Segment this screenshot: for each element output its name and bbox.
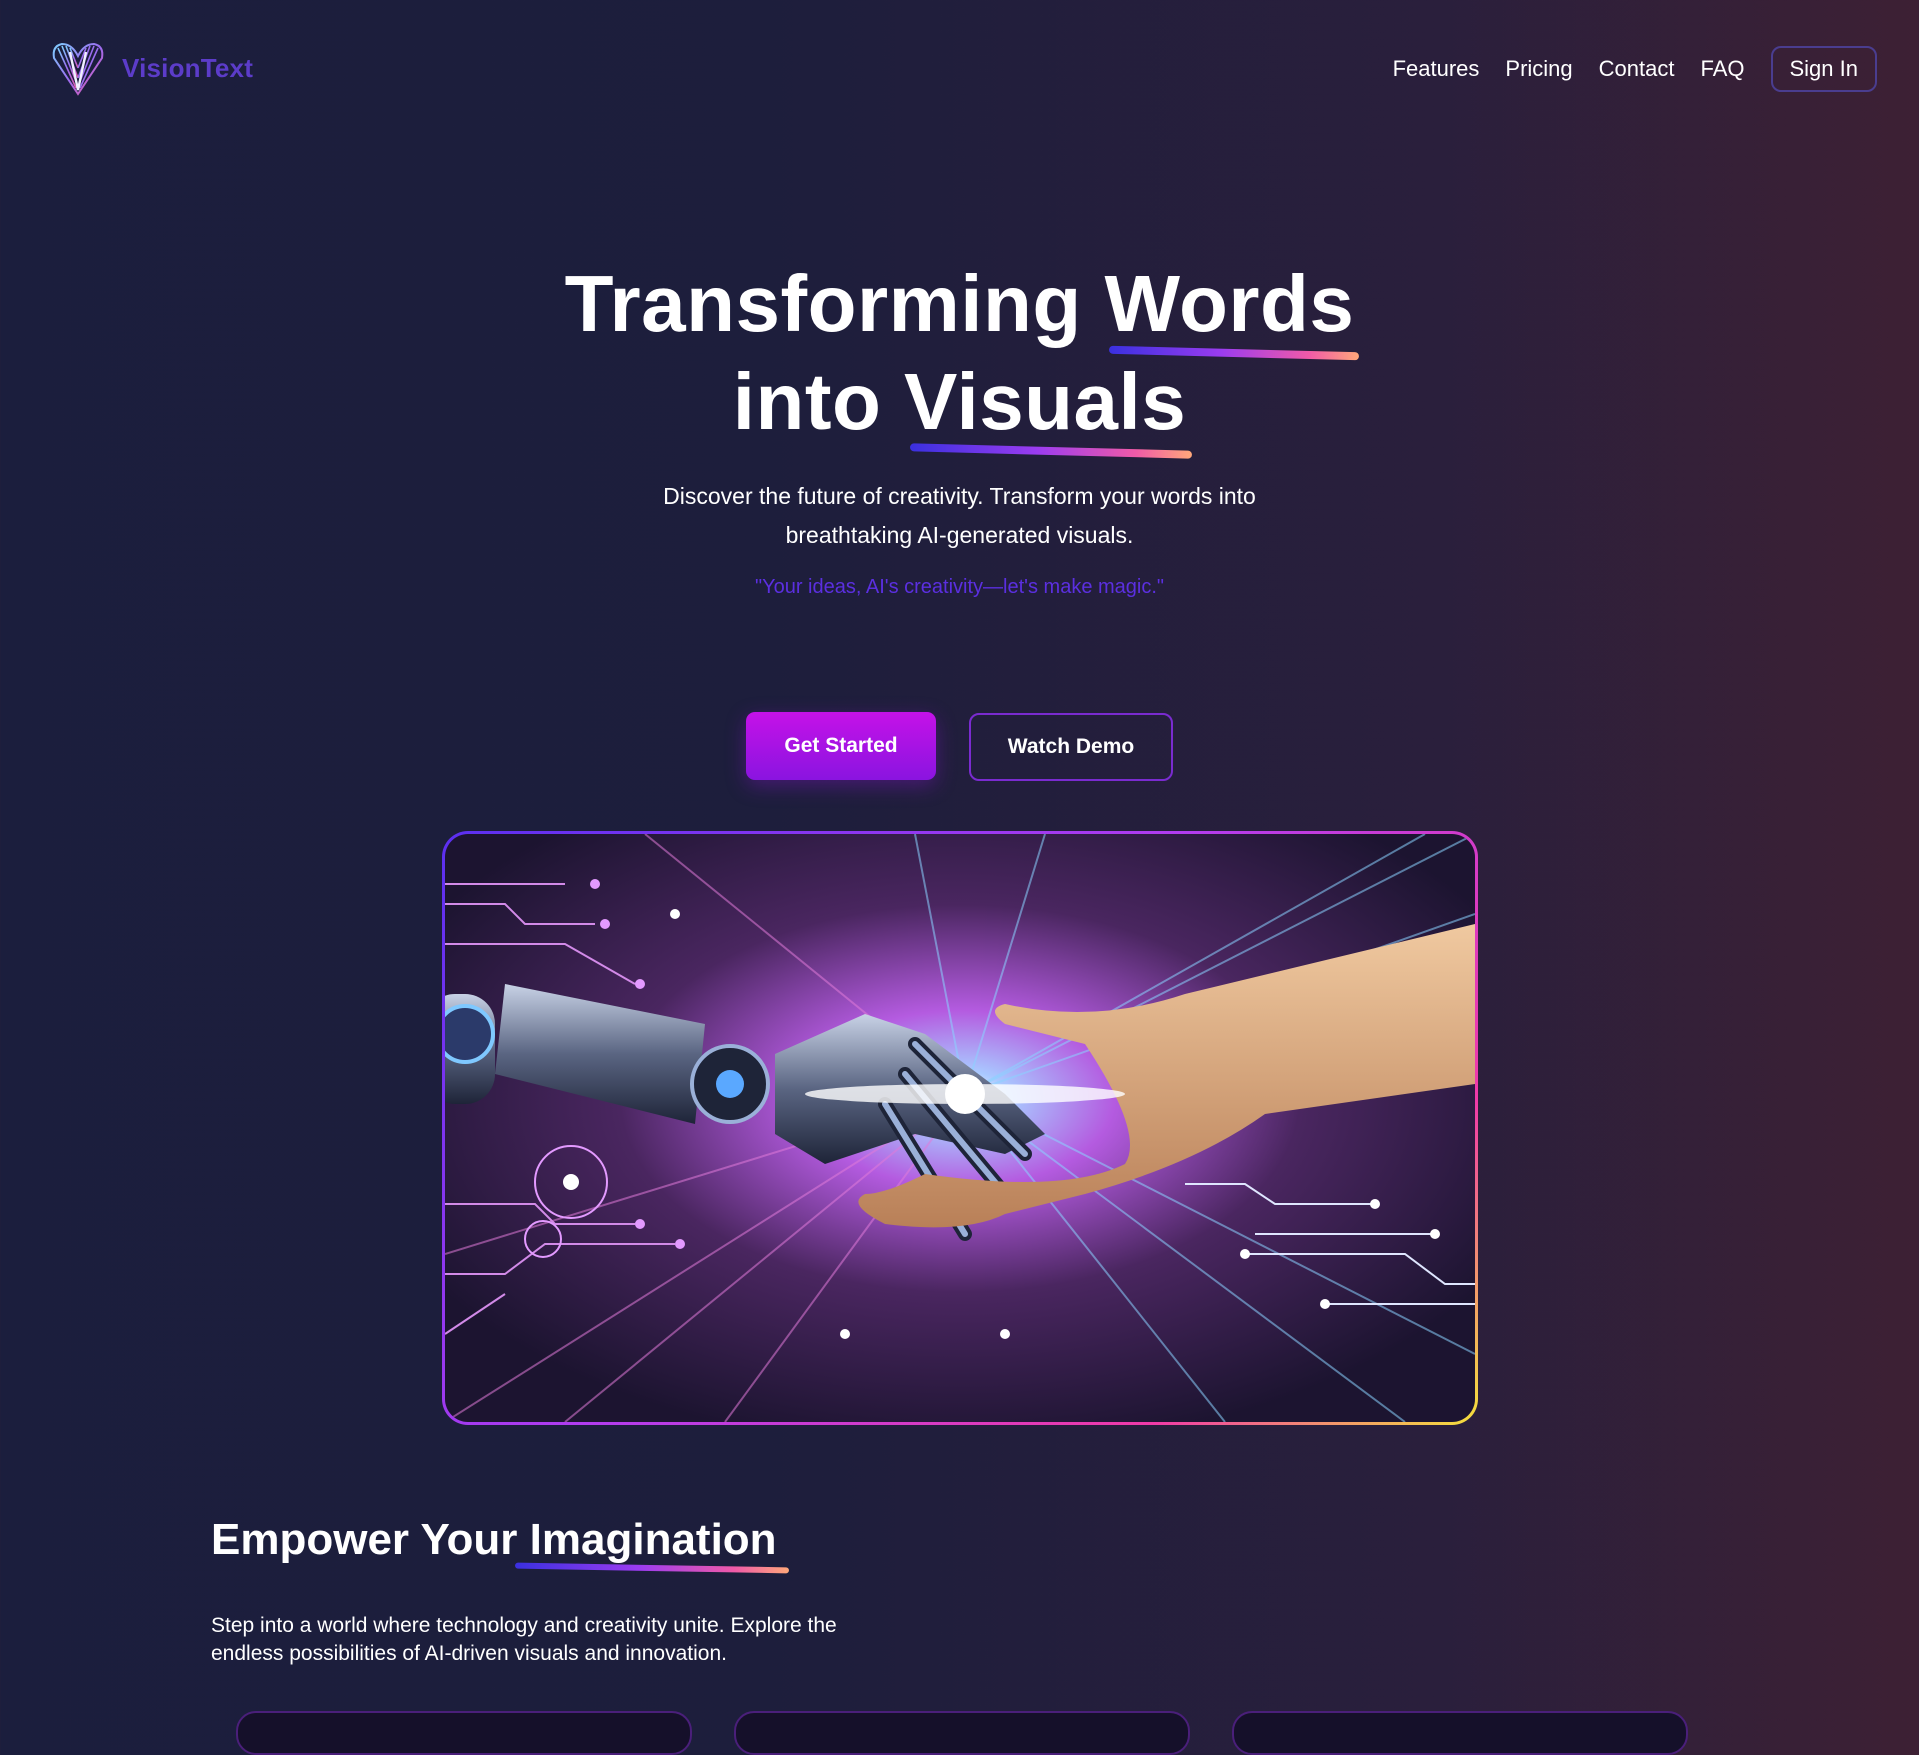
section-description: Step into a world where technology and c… <box>211 1612 911 1668</box>
section-description-line1: Step into a world where technology and c… <box>211 1614 837 1637</box>
hero-subtitle-line1: Discover the future of creativity. Trans… <box>663 483 1256 509</box>
robot-human-handshake-image <box>442 831 1478 1425</box>
section-title: Empower Your Imagination <box>211 1515 777 1565</box>
section-description-line2: endless possibilities of AI-driven visua… <box>211 1642 727 1665</box>
section-title-prefix: Empower Your <box>211 1515 530 1564</box>
heart-wing-logo-icon <box>52 42 104 96</box>
feature-card-2[interactable] <box>734 1711 1190 1755</box>
feature-card-3[interactable] <box>1232 1711 1688 1755</box>
handshake-illustration <box>445 834 1475 1422</box>
brand-name: VisionText <box>122 52 254 83</box>
feature-card-1[interactable] <box>236 1711 692 1755</box>
main-nav: Features Pricing Contact FAQ Sign In <box>1393 46 1877 92</box>
nav-link-features[interactable]: Features <box>1393 56 1480 82</box>
watch-demo-button[interactable]: Watch Demo <box>969 713 1173 781</box>
nav-link-faq[interactable]: FAQ <box>1700 56 1744 82</box>
site-header: VisionText Features Pricing Contact FAQ … <box>0 0 1919 135</box>
nav-link-pricing[interactable]: Pricing <box>1505 56 1572 82</box>
hero-title: Transforming Words into Visuals <box>0 255 1919 451</box>
nav-link-contact[interactable]: Contact <box>1599 56 1675 82</box>
section-title-highlight: Imagination <box>529 1515 777 1564</box>
brand-logo[interactable]: VisionText <box>48 38 253 98</box>
hero-title-highlight-words: Words <box>1104 255 1354 353</box>
hero-tagline: "Your ideas, AI's creativity—let's make … <box>754 576 1165 598</box>
hero-subtitle: Discover the future of creativity. Trans… <box>0 477 1919 555</box>
hero-title-line1-prefix: Transforming <box>564 259 1105 348</box>
sign-in-button[interactable]: Sign In <box>1770 46 1877 92</box>
hero-title-line2-prefix: into <box>732 357 905 446</box>
hero-title-highlight-visuals: Visuals <box>904 353 1186 451</box>
hero-subtitle-line2: breathtaking AI-generated visuals. <box>785 522 1134 548</box>
get-started-button[interactable]: Get Started <box>746 712 936 780</box>
